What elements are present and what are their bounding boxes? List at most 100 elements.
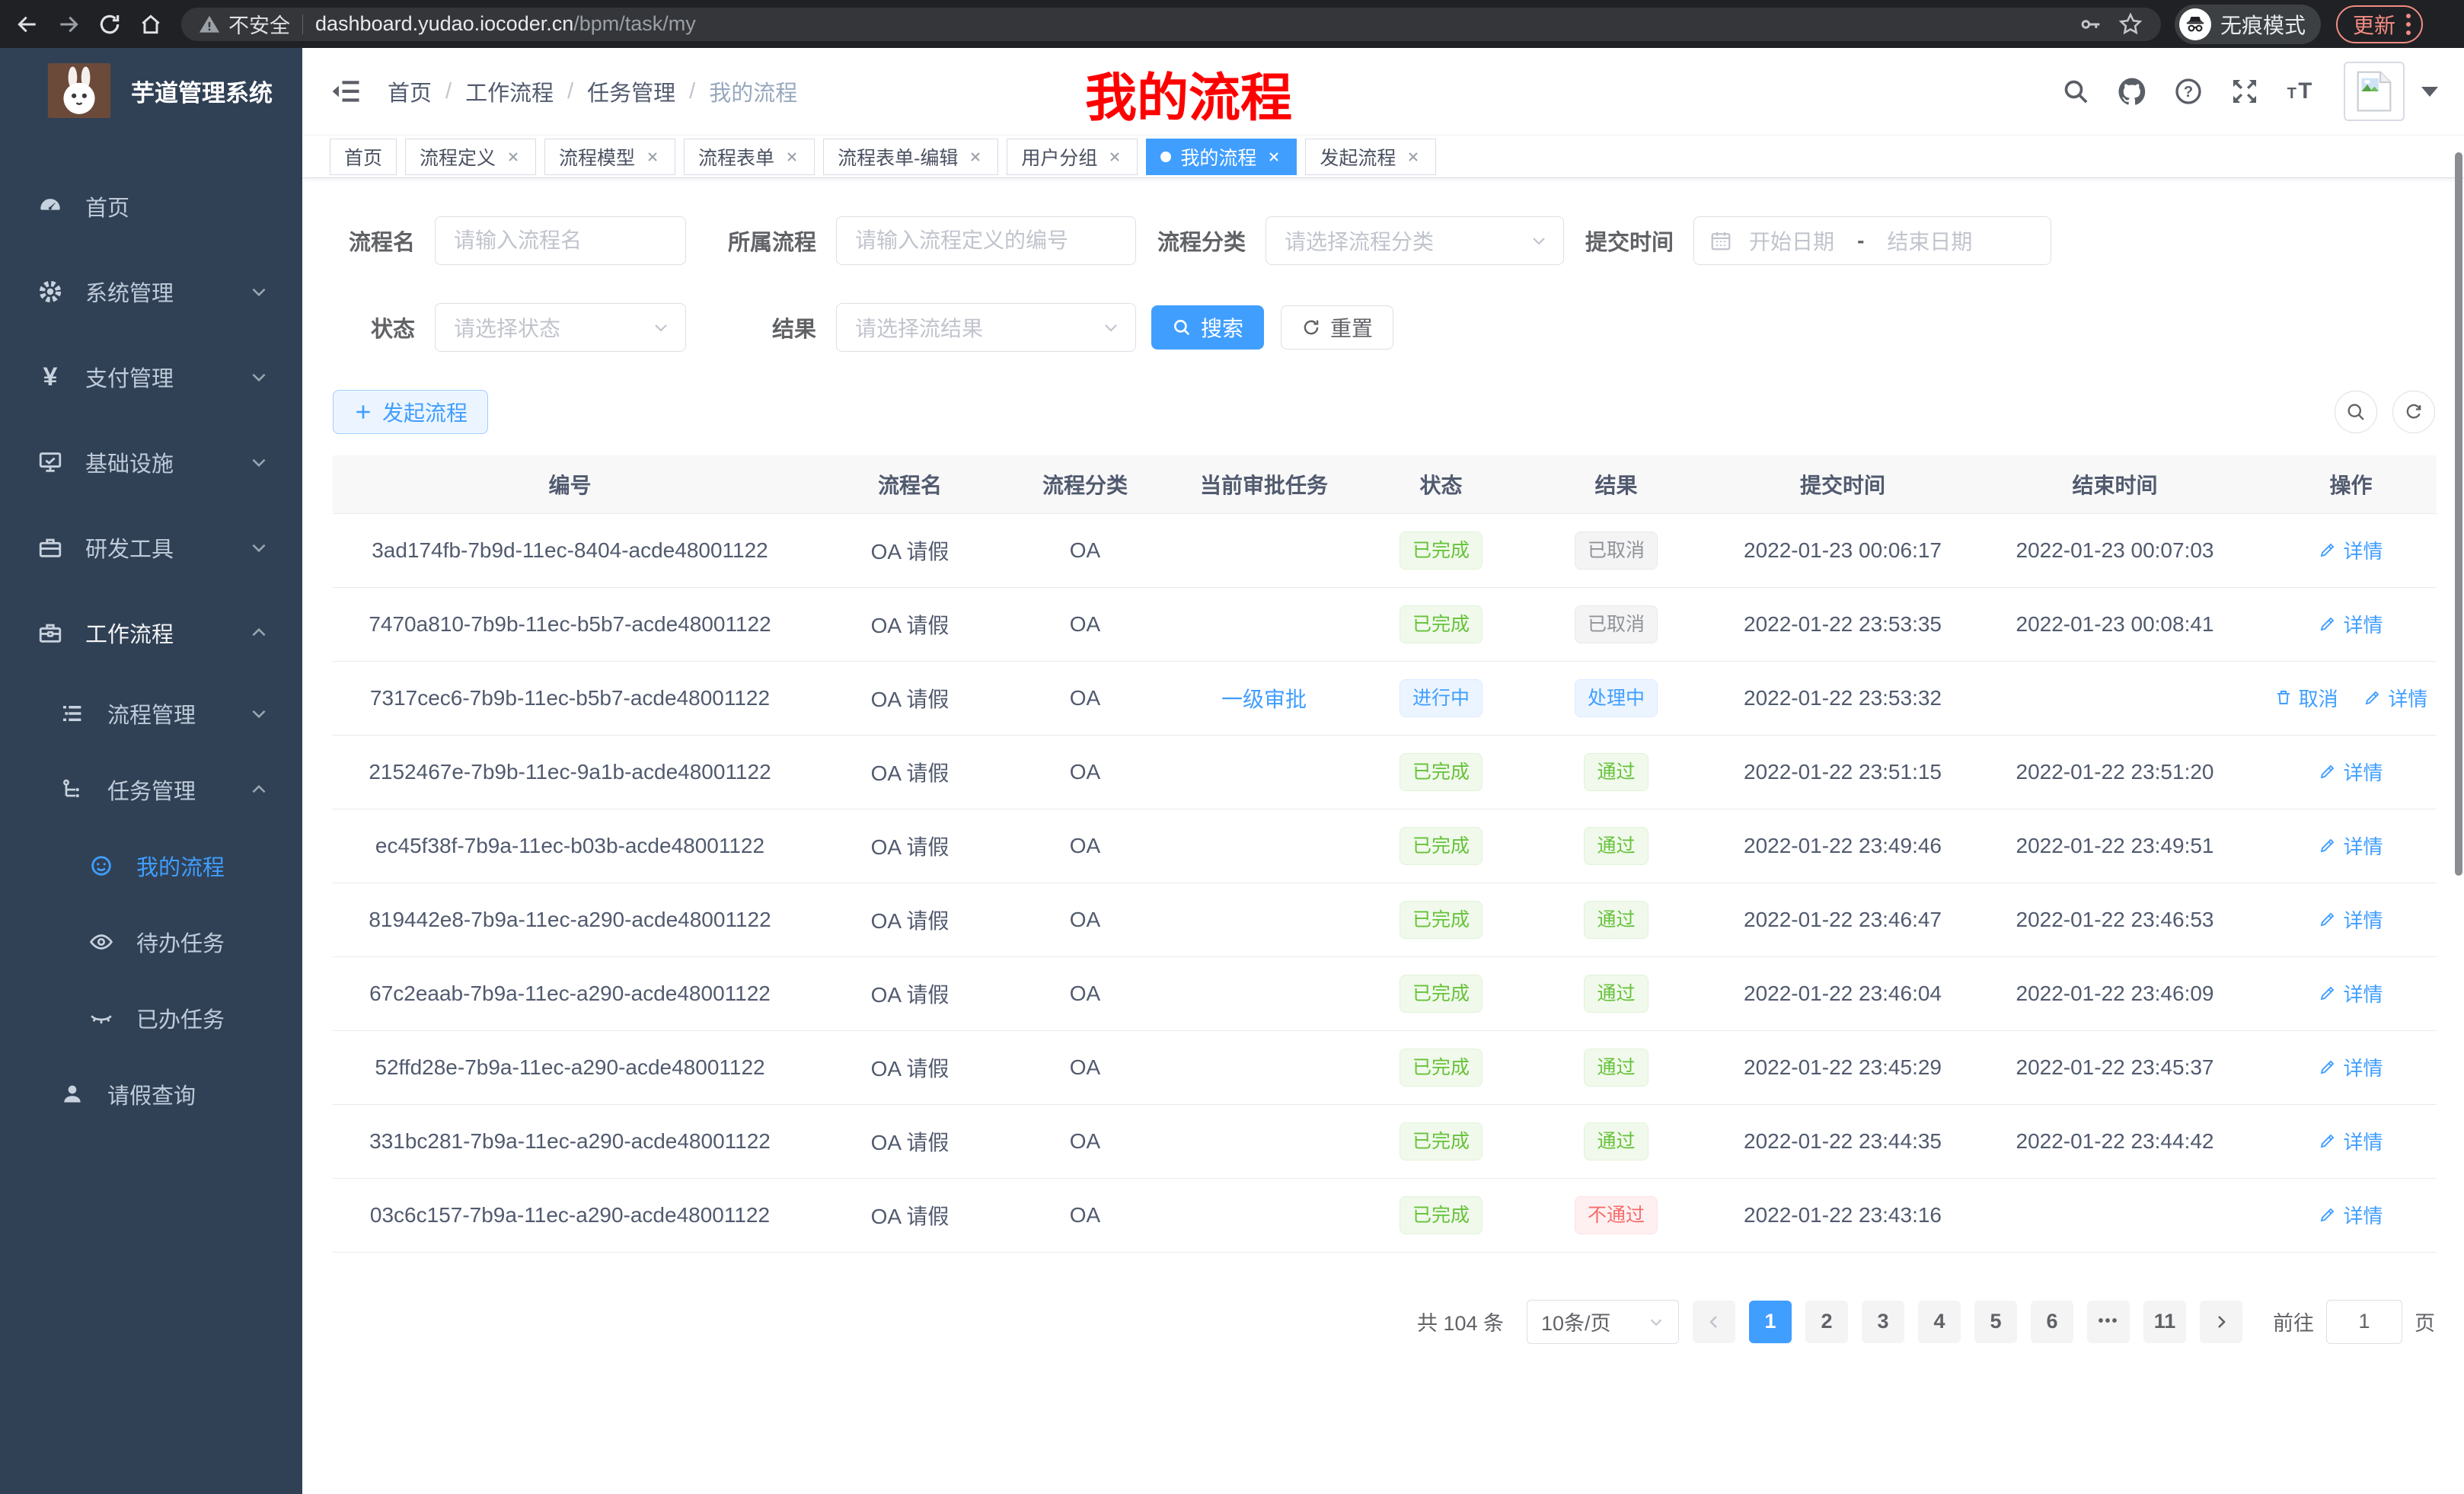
search-icon[interactable] (2059, 75, 2092, 108)
update-label: 更新 (2353, 9, 2395, 40)
tab-process-form[interactable]: 流程表单 (684, 139, 815, 175)
result-badge: 处理中 (1575, 679, 1658, 717)
red-annotation-title: 我的流程 (1085, 56, 1292, 131)
tab-process-definition[interactable]: 流程定义 (405, 139, 536, 175)
browser-home-icon[interactable] (136, 9, 166, 40)
sidebar-item-payment[interactable]: ¥ 支付管理 (0, 334, 302, 420)
detail-link[interactable]: 详情 (2319, 832, 2383, 860)
current-task-link[interactable]: 一级审批 (1221, 688, 1307, 711)
tab-home[interactable]: 首页 (330, 139, 397, 175)
edit-icon (2319, 541, 2337, 559)
password-key-icon[interactable] (2077, 11, 2105, 38)
detail-link[interactable]: 详情 (2319, 758, 2383, 786)
sidebar-menu: 首页 系统管理 ¥ 支付管理 (0, 164, 302, 1132)
close-icon[interactable] (967, 148, 984, 165)
refresh-table-button[interactable] (2392, 391, 2435, 433)
font-size-icon[interactable]: TT (2284, 75, 2318, 108)
category-select[interactable]: 请选择流程分类 (1266, 216, 1564, 265)
detail-link[interactable]: 详情 (2319, 1053, 2383, 1081)
cancel-link[interactable]: 取消 (2274, 684, 2338, 712)
page-button-1[interactable]: 1 (1749, 1301, 1792, 1343)
sidebar-item-label: 工作流程 (85, 617, 174, 649)
cell-id: 331bc281-7b9a-11ec-a290-acde48001122 (333, 1104, 807, 1178)
url-path: /bpm/task/my (573, 12, 696, 36)
breadcrumb-workflow[interactable]: 工作流程 (465, 75, 554, 107)
goto-page-input[interactable] (2326, 1300, 2402, 1344)
tab-process-form-edit[interactable]: 流程表单-编辑 (823, 139, 998, 175)
sidebar-item-my-process[interactable]: 我的流程 (0, 828, 302, 904)
close-icon[interactable] (1405, 148, 1422, 165)
address-bar[interactable]: 不安全 dashboard.yudao.iocoder.cn /bpm/task… (181, 8, 2161, 41)
browser-reload-icon[interactable] (94, 9, 125, 40)
detail-link[interactable]: 详情 (2363, 684, 2427, 712)
avatar-caret-icon[interactable] (2421, 87, 2438, 97)
sidebar-item-system[interactable]: 系统管理 (0, 249, 302, 334)
svg-text:T: T (2287, 85, 2297, 102)
sidebar-item-home[interactable]: 首页 (0, 164, 302, 249)
cell-task (1157, 513, 1371, 587)
breadcrumb-home[interactable]: 首页 (388, 75, 432, 107)
process-definition-input[interactable] (836, 216, 1136, 265)
browser-back-icon[interactable] (12, 9, 43, 40)
security-label[interactable]: 不安全 (228, 9, 290, 39)
sidebar-collapse-icon[interactable] (330, 75, 363, 108)
sidebar-item-label: 流程管理 (107, 698, 196, 729)
detail-link[interactable]: 详情 (2319, 979, 2383, 1007)
detail-link[interactable]: 详情 (2319, 1127, 2383, 1155)
sidebar-item-done-tasks[interactable]: 已办任务 (0, 980, 302, 1056)
close-icon[interactable] (644, 148, 661, 165)
tab-process-model[interactable]: 流程模型 (544, 139, 675, 175)
help-icon[interactable]: ? (2172, 75, 2205, 108)
page-button-5[interactable]: 5 (1974, 1301, 2017, 1343)
browser-forward-icon[interactable] (53, 9, 84, 40)
process-name-input[interactable] (435, 216, 686, 265)
start-process-button[interactable]: 发起流程 (333, 390, 488, 434)
show-search-toggle-button[interactable] (2335, 391, 2377, 433)
sidebar-item-dev-tools[interactable]: 研发工具 (0, 505, 302, 590)
app-logo[interactable]: 芋道管理系统 (0, 48, 302, 133)
page-button-11[interactable]: 11 (2143, 1301, 2186, 1343)
sidebar-item-leave-query[interactable]: 请假查询 (0, 1056, 302, 1132)
breadcrumb-task-mgmt[interactable]: 任务管理 (587, 75, 675, 107)
close-icon[interactable] (1106, 148, 1123, 165)
total-count: 共 104 条 (1417, 1307, 1504, 1336)
detail-link[interactable]: 详情 (2319, 1201, 2383, 1229)
avatar[interactable] (2344, 62, 2405, 121)
page-size-select[interactable]: 10条/页 (1527, 1300, 1679, 1344)
page-button-2[interactable]: 2 (1805, 1301, 1848, 1343)
github-icon[interactable] (2115, 75, 2149, 108)
close-icon[interactable] (505, 148, 522, 165)
reset-button[interactable]: 重置 (1281, 305, 1393, 350)
sidebar-item-infrastructure[interactable]: 基础设施 (0, 420, 302, 505)
result-select[interactable]: 请选择流结果 (836, 303, 1136, 352)
page-button-3[interactable]: 3 (1862, 1301, 1904, 1343)
browser-menu-icon[interactable] (2406, 14, 2411, 35)
sidebar-item-process-mgmt[interactable]: 流程管理 (0, 675, 302, 752)
prev-page-button[interactable] (1693, 1301, 1735, 1343)
next-page-button[interactable] (2200, 1301, 2242, 1343)
more-pages-button[interactable]: ••• (2087, 1301, 2130, 1343)
submit-time-range-picker[interactable]: 开始日期 - 结束日期 (1693, 216, 2051, 265)
cell-submit-time: 2022-01-22 23:51:15 (1721, 735, 1964, 809)
list-tree-icon (59, 701, 86, 726)
tab-user-group[interactable]: 用户分组 (1007, 139, 1138, 175)
close-icon[interactable] (1266, 148, 1282, 165)
tab-start-process[interactable]: 发起流程 (1305, 139, 1436, 175)
search-button[interactable]: 搜索 (1151, 305, 1264, 350)
cell-name: OA 请假 (807, 1030, 1013, 1104)
sidebar-item-task-mgmt[interactable]: 任务管理 (0, 752, 302, 828)
fullscreen-icon[interactable] (2228, 75, 2261, 108)
detail-link[interactable]: 详情 (2319, 610, 2383, 638)
browser-update-button[interactable]: 更新 (2336, 5, 2423, 43)
scrollbar-thumb[interactable] (2455, 152, 2462, 876)
page-button-6[interactable]: 6 (2031, 1301, 2073, 1343)
status-select[interactable]: 请选择状态 (435, 303, 686, 352)
sidebar-item-todo-tasks[interactable]: 待办任务 (0, 904, 302, 980)
close-icon[interactable] (784, 148, 800, 165)
tab-my-process[interactable]: 我的流程 (1146, 139, 1297, 175)
bookmark-star-icon[interactable] (2117, 11, 2144, 38)
sidebar-item-workflow[interactable]: 工作流程 (0, 590, 302, 675)
detail-link[interactable]: 详情 (2319, 536, 2383, 564)
page-button-4[interactable]: 4 (1918, 1301, 1961, 1343)
detail-link[interactable]: 详情 (2319, 905, 2383, 934)
